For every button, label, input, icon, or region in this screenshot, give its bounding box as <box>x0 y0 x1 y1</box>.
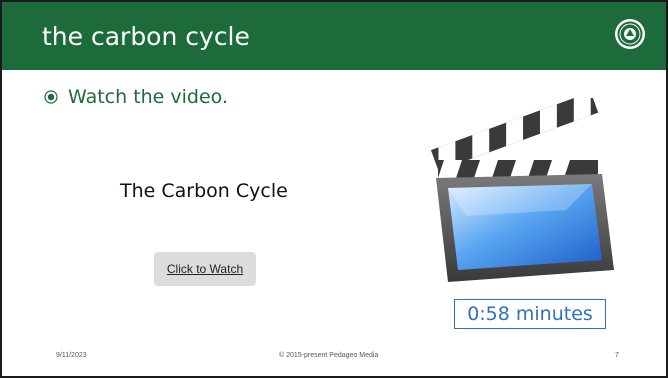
slide-title: the carbon cycle <box>42 22 250 51</box>
watch-button[interactable]: Click to Watch <box>154 252 256 286</box>
school-seal-icon <box>615 19 645 49</box>
duration-text: 0:58 minutes <box>467 303 593 325</box>
footer-page-number: 7 <box>615 352 619 359</box>
footer-date: 9/11/2023 <box>56 352 87 359</box>
duration-box: 0:58 minutes <box>454 299 606 329</box>
watch-link[interactable]: Click to Watch <box>167 262 243 276</box>
footer-copyright: © 2015-present Pedageo Media <box>279 352 379 359</box>
bullet-item: Watch the video. <box>44 86 228 108</box>
radio-bullet-icon <box>44 90 58 104</box>
video-title: The Carbon Cycle <box>120 180 288 202</box>
film-clapperboard-icon <box>430 98 614 282</box>
slide: the carbon cycle Watch the video. The Ca… <box>0 0 668 378</box>
bullet-text: Watch the video. <box>68 86 229 108</box>
